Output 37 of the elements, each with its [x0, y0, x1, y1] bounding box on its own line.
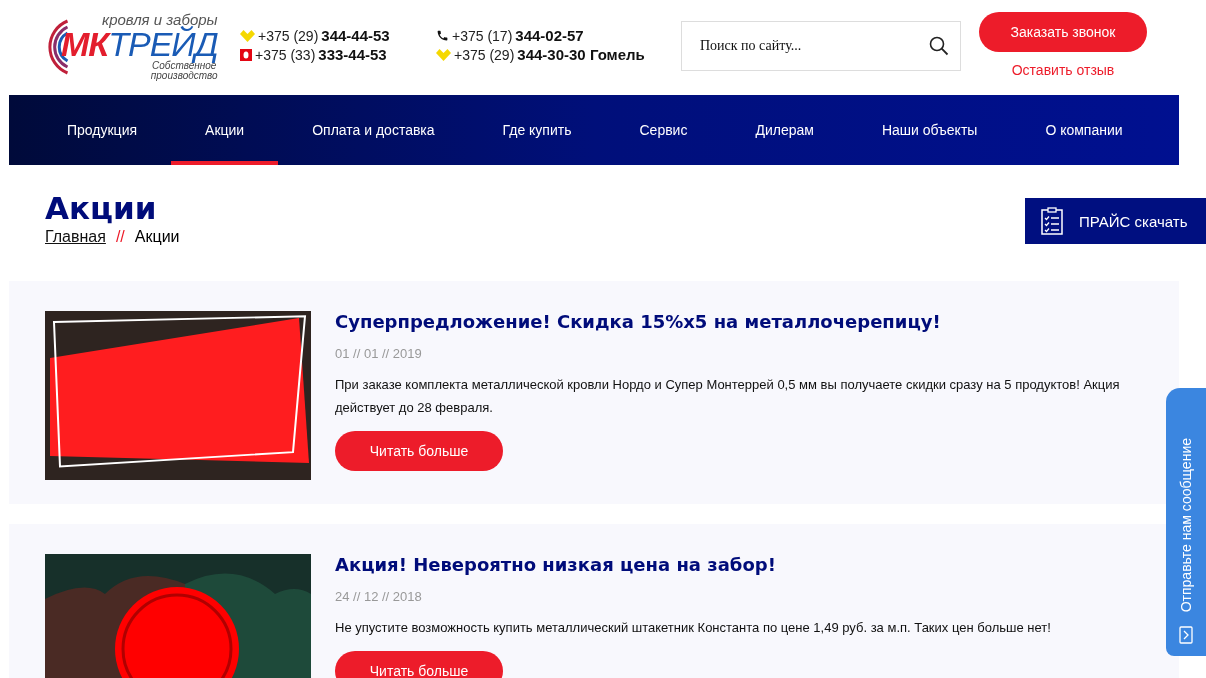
operator-icon [240, 48, 252, 61]
promo-description: Не упустите возможность купить металлический штакетник Константа по цене 1,49 руб. за м.п. Таких цен больше нет! [335, 619, 1051, 637]
leave-review-link[interactable]: Оставить отзыв [1011, 62, 1115, 78]
breadcrumb-current: Акции [134, 228, 180, 246]
promo-description: При заказе комплекта металлической кровли Нордо и Супер Монтеррей 0,5 мм вы получаете скидки сразу на 5 продуктов! Акция действует до 28 февраля. [335, 376, 1121, 417]
phone-number[interactable]: +375 (17) 344-02-57 [436, 27, 681, 44]
send-message-tab[interactable]: Отправьте нам сообщение [1166, 388, 1206, 656]
order-call-button[interactable]: Заказать звонок [979, 12, 1147, 52]
chevron-icon [1179, 626, 1193, 644]
price-download-button[interactable]: ПРАЙС скачать [1025, 198, 1206, 244]
search-field[interactable]: Поиск по сайту... [681, 21, 961, 71]
nav-item[interactable]: О компании [1011, 95, 1157, 165]
nav-item[interactable]: Оплата и доставка [278, 95, 469, 165]
promo-date: 24 // 12 // 2018 [335, 589, 422, 604]
nav-item[interactable]: Наши объекты [847, 95, 1012, 165]
phone-number[interactable]: +375 (29) 344-44-53 [240, 27, 432, 44]
nav-item[interactable]: Дилерам [721, 95, 848, 165]
heart-icon [436, 48, 451, 61]
phone-number[interactable]: +375 (29) 344-30-30 Гомель [436, 46, 681, 63]
nav-item[interactable]: Акции [171, 95, 279, 165]
promo-date: 01 // 01 // 2019 [335, 346, 422, 361]
promo-title[interactable]: Акция! Невероятно низкая цена на забор! [335, 554, 776, 575]
nav-item[interactable]: Где купить [468, 95, 606, 165]
nav-item[interactable]: Продукция [33, 95, 172, 165]
phone-number[interactable]: +375 (33) 333-44-53 [240, 46, 432, 63]
search-icon[interactable] [929, 36, 949, 56]
read-more-button[interactable]: Читать больше [335, 431, 503, 471]
breadcrumb-separator: // [115, 228, 125, 246]
company-logo[interactable]: кровля и заборы МКТРЕЙД Собственное производство [38, 12, 234, 81]
read-more-button[interactable]: Читать больше [335, 651, 503, 678]
page-title: Акции [45, 190, 158, 226]
nav-item[interactable]: Сервис [605, 95, 722, 165]
phone-icon [436, 29, 449, 42]
clipboard-icon [1041, 207, 1063, 235]
promo-title[interactable]: Суперпредложение! Скидка 15%х5 на металлочерепицу! [335, 311, 941, 332]
breadcrumb-link[interactable]: Главная [45, 228, 106, 246]
heart-icon [240, 29, 255, 42]
